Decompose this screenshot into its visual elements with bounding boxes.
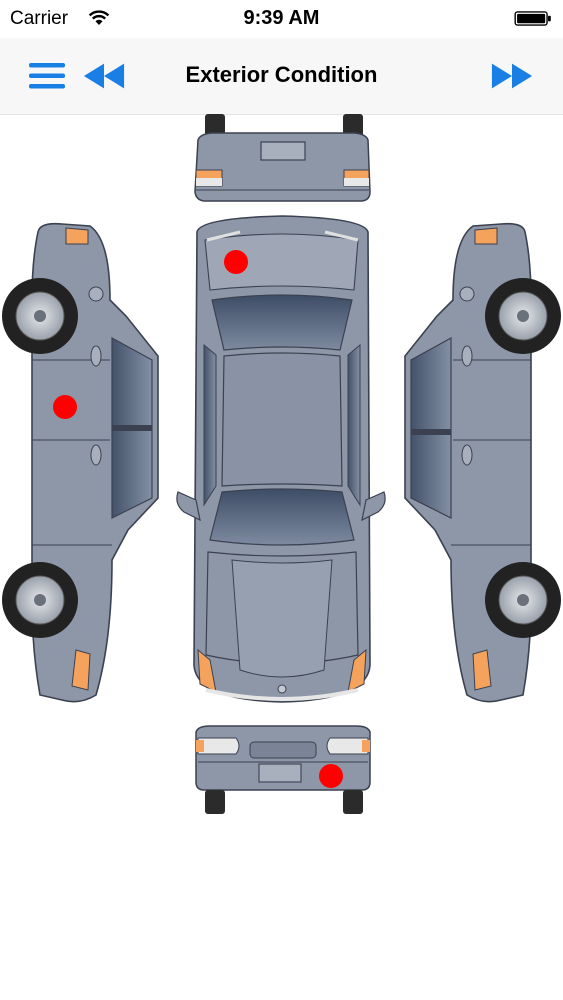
damage-marker[interactable] — [224, 250, 248, 274]
rear-view[interactable] — [195, 725, 371, 814]
front-view[interactable] — [194, 114, 371, 202]
damage-marker[interactable] — [319, 764, 343, 788]
fast-forward-icon — [491, 63, 533, 89]
page-title: Exterior Condition — [185, 62, 378, 87]
next-button[interactable] — [490, 56, 534, 96]
battery-icon — [514, 11, 551, 26]
navigation-bar: Exterior Condition — [0, 38, 563, 115]
top-view[interactable] — [176, 215, 386, 703]
damage-marker[interactable] — [53, 395, 77, 419]
clock-label: 9:39 AM — [243, 7, 320, 29]
vehicle-diagram[interactable] — [0, 114, 563, 834]
right-side-view[interactable] — [404, 222, 561, 703]
status-bar: Carrier 9:39 AM — [0, 0, 563, 38]
car-diagram-svg — [2, 114, 561, 814]
left-side-view[interactable] — [2, 222, 159, 703]
